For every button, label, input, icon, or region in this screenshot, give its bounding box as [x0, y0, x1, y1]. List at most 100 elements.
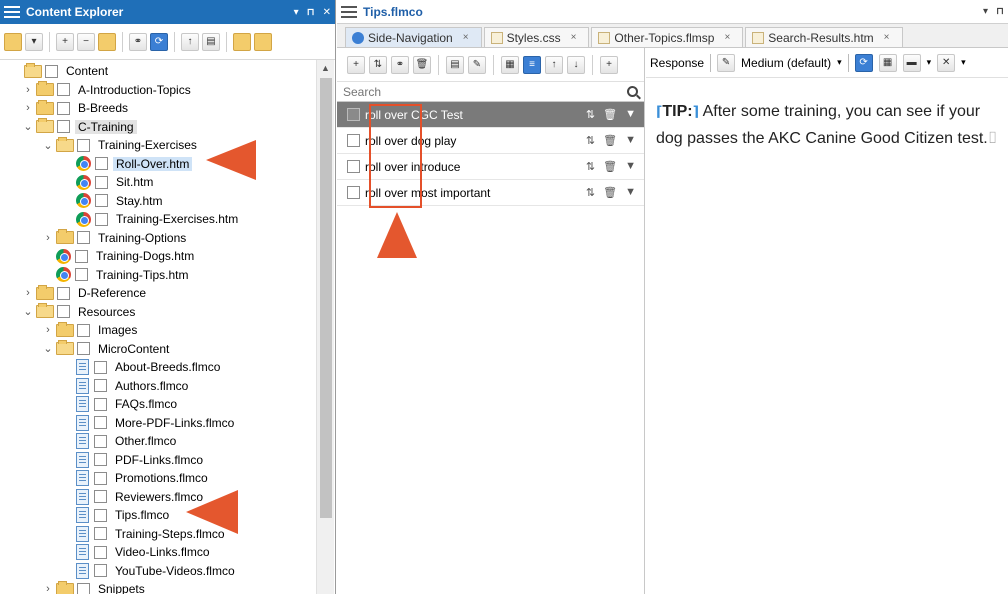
close-icon[interactable]: ×	[463, 32, 469, 43]
chevron-down-icon[interactable]: ▼	[625, 160, 636, 173]
sort-icon[interactable]: ⇅	[586, 108, 595, 121]
checkbox[interactable]	[94, 360, 107, 374]
tree-item[interactable]: Roll-Over.htm	[62, 155, 193, 173]
dropdown-icon[interactable]: ▾	[294, 7, 299, 18]
checkbox[interactable]	[94, 527, 107, 540]
tree-item[interactable]: Training-Tips.htm	[42, 266, 191, 284]
chevron-down-icon[interactable]: ⌄	[22, 120, 34, 133]
tree-item[interactable]: Content	[24, 62, 111, 80]
checkbox[interactable]	[45, 64, 58, 78]
tree-item[interactable]: › Images	[42, 321, 140, 339]
tree-item[interactable]: › B-Breeds	[22, 99, 131, 117]
chevron-right-icon[interactable]: ›	[22, 84, 34, 96]
tab-styles-css[interactable]: Styles.css ×	[483, 27, 590, 47]
search-input[interactable]	[343, 84, 627, 99]
tree-item[interactable]: › A-Introduction-Topics	[22, 81, 194, 99]
response-editor[interactable]: ⌈TIP:⌉ After some training, you can see …	[646, 78, 1008, 152]
tree-item[interactable]: Promotions.flmco	[62, 469, 211, 487]
view-mode-icon[interactable]: ▾	[25, 32, 43, 51]
checkbox[interactable]	[94, 545, 107, 559]
chevron-down-icon[interactable]: ▾	[927, 57, 932, 68]
collapse-all-icon[interactable]: −	[77, 32, 95, 51]
copy-icon[interactable]: ▤	[446, 55, 464, 74]
image-icon[interactable]: ▦	[878, 53, 897, 72]
checkbox[interactable]	[77, 582, 90, 594]
edit-icon[interactable]: ✎	[468, 55, 486, 74]
checkbox[interactable]	[94, 379, 107, 392]
tree-item[interactable]: Sit.htm	[62, 173, 156, 191]
align-icon[interactable]: ≡	[523, 55, 541, 74]
checkbox[interactable]	[347, 134, 360, 147]
pin-icon[interactable]: ⊓	[996, 6, 1004, 17]
chevron-down-icon[interactable]: ▼	[625, 186, 636, 199]
checkbox[interactable]	[94, 490, 107, 503]
tree-item[interactable]: ⌄ C-Training	[22, 118, 137, 136]
close-icon[interactable]: ×	[884, 32, 890, 43]
tree-item[interactable]: ⌄ MicroContent	[42, 340, 172, 358]
checkbox[interactable]	[94, 434, 107, 448]
chevron-down-icon[interactable]: ▼	[625, 108, 636, 121]
checkbox[interactable]	[77, 231, 90, 244]
chevron-down-icon[interactable]: ⌄	[42, 342, 54, 355]
checkbox[interactable]	[75, 268, 88, 281]
close-icon[interactable]: ×	[571, 32, 577, 43]
tree-item[interactable]: Video-Links.flmco	[62, 543, 213, 561]
tree-item[interactable]: Training-Exercises.htm	[62, 210, 241, 228]
tree-item[interactable]: About-Breeds.flmco	[62, 358, 223, 376]
move-up-icon[interactable]: ↑	[545, 55, 563, 74]
scrollbar-thumb[interactable]	[320, 78, 332, 518]
link-icon[interactable]: ⚭	[391, 55, 409, 74]
checkbox[interactable]	[77, 138, 90, 152]
new-file-icon[interactable]	[254, 32, 272, 51]
checkbox[interactable]	[94, 471, 107, 485]
chevron-right-icon[interactable]: ›	[22, 102, 34, 114]
tab-search-results-htm[interactable]: Search-Results.htm ×	[745, 27, 903, 47]
checkbox[interactable]	[57, 120, 70, 133]
scroll-up-icon[interactable]: ▲	[321, 63, 330, 73]
checkbox[interactable]	[95, 212, 108, 226]
delete-icon[interactable]: 🗑	[603, 186, 617, 199]
checkbox[interactable]	[347, 186, 360, 199]
hamburger-menu-icon[interactable]	[341, 5, 357, 18]
style-icon[interactable]: ✎	[717, 53, 736, 72]
dropdown-icon[interactable]: ▾	[983, 6, 988, 17]
medium-select[interactable]: Medium (default)	[741, 56, 831, 70]
checkbox[interactable]	[57, 305, 70, 318]
sort-icon[interactable]: ⇅	[369, 55, 387, 74]
checkbox[interactable]	[95, 175, 108, 189]
checkbox[interactable]	[94, 397, 107, 411]
tree-item[interactable]: YouTube-Videos.flmco	[62, 562, 238, 580]
sort-icon[interactable]: ⇅	[586, 186, 595, 199]
tree-item[interactable]: Reviewers.flmco	[62, 488, 206, 506]
tree-item[interactable]: Authors.flmco	[62, 377, 191, 395]
chevron-down-icon[interactable]: ▾	[961, 57, 966, 68]
delete-icon[interactable]: 🗑	[603, 160, 617, 173]
checkbox[interactable]	[94, 416, 107, 429]
tree-item[interactable]: Stay.htm	[62, 192, 165, 210]
checkbox[interactable]	[75, 249, 88, 263]
tree-item[interactable]: ⌄ Resources	[22, 303, 138, 321]
pin-icon[interactable]: ⊓	[307, 7, 315, 18]
tab-side-navigation[interactable]: Side-Navigation ×	[345, 27, 482, 47]
sort-icon[interactable]: ⇅	[586, 134, 595, 147]
checkbox[interactable]	[347, 108, 360, 121]
tree-item[interactable]: PDF-Links.flmco	[62, 451, 206, 469]
link-icon[interactable]: ⚭	[129, 32, 147, 51]
delete-icon[interactable]: 🗑	[413, 55, 431, 74]
move-up-icon[interactable]: ↑	[181, 32, 199, 51]
tree-item[interactable]: ⌄ Training-Exercises	[42, 136, 200, 154]
insert-icon[interactable]: ⟳	[854, 53, 873, 72]
tree-item[interactable]: › D-Reference	[22, 284, 149, 302]
chevron-down-icon[interactable]: ⌄	[22, 305, 34, 318]
sort-icon[interactable]: ⇅	[586, 160, 595, 173]
checkbox[interactable]	[57, 286, 70, 300]
sync-icon[interactable]: ⟳	[150, 32, 168, 51]
folder-icon[interactable]	[4, 32, 22, 51]
preview-icon[interactable]: ▦	[501, 55, 519, 74]
checkbox[interactable]	[77, 342, 90, 355]
checkbox[interactable]	[95, 157, 108, 170]
grid-view-icon[interactable]	[98, 32, 116, 51]
checkbox[interactable]	[94, 508, 107, 522]
chevron-down-icon[interactable]: ▼	[625, 134, 636, 147]
checkbox[interactable]	[94, 564, 107, 577]
